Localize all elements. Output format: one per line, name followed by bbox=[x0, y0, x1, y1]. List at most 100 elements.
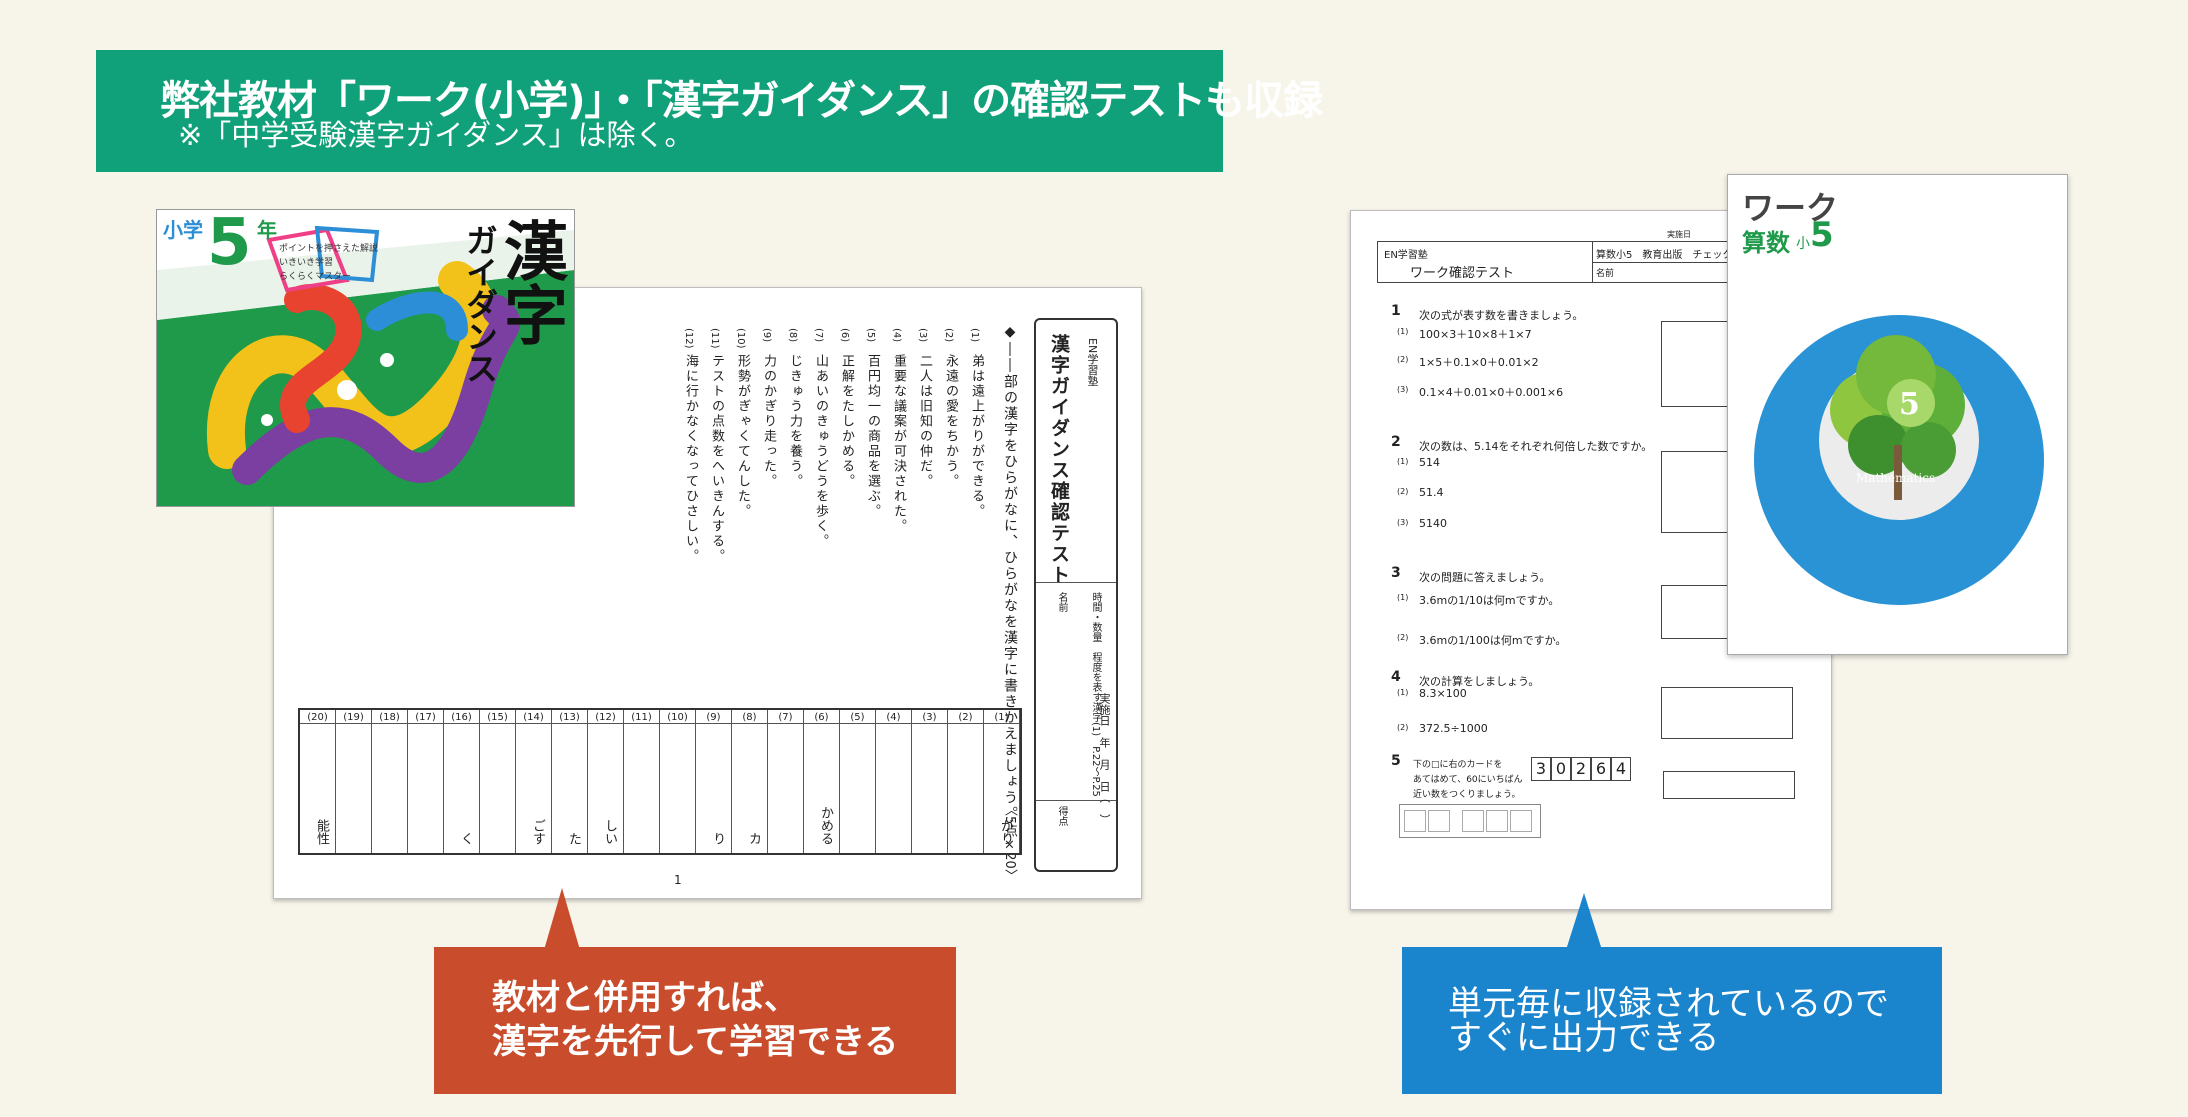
math-q4-item1: 8.3×100 bbox=[1419, 687, 1467, 700]
kanji-question-text: 二人は旧知の仲だ。 bbox=[917, 354, 932, 489]
math-test-publisher: EN学習塾 bbox=[1384, 250, 1428, 261]
kanji-answer-cell: (10) bbox=[660, 710, 696, 853]
math-q2-item3: 5140 bbox=[1419, 517, 1447, 530]
kanji-test-name-label: 名前 bbox=[1056, 592, 1067, 612]
kanji-answer-cell: (11) bbox=[624, 710, 660, 853]
kanji-question-number: (11) bbox=[709, 328, 720, 349]
kanji-answer-cell: (14) ごす bbox=[516, 710, 552, 853]
math-q5-text-line1: 下の□に右のカードを bbox=[1413, 760, 1503, 770]
kanji-answer-cell: (7) bbox=[768, 710, 804, 853]
math-q4-item2: 372.5÷1000 bbox=[1419, 722, 1488, 735]
kanji-answer-number: (4) bbox=[876, 712, 911, 724]
kanji-answer-number: (10) bbox=[660, 712, 695, 724]
kanji-answer-text: しい bbox=[602, 819, 617, 845]
kanji-question-text: テストの点数をへいきんする。 bbox=[709, 354, 724, 564]
kanji-answer-cell: (1) がり bbox=[984, 710, 1020, 853]
math-q5-text-line3: 近い数をつくりましょう。 bbox=[1413, 790, 1521, 800]
number-card: 4 bbox=[1611, 757, 1631, 781]
math-q1-item1: 100×3＋10×8＋1×7 bbox=[1419, 328, 1532, 341]
math-q5-answer-box bbox=[1663, 771, 1795, 799]
kanji-answer-cell: (5) bbox=[840, 710, 876, 853]
math-test-title: ワーク確認テスト bbox=[1410, 266, 1515, 281]
kanji-answer-text: く bbox=[458, 832, 473, 845]
kanji-book-grade-label: 小学 bbox=[163, 218, 203, 242]
kanji-answer-cell: (19) bbox=[336, 710, 372, 853]
math-q1-item3: 0.1×4＋0.01×0＋0.001×6 bbox=[1419, 386, 1564, 399]
kanji-answer-text: カ bbox=[746, 832, 761, 845]
kanji-answer-number: (17) bbox=[408, 712, 443, 724]
kanji-question-number: (8) bbox=[787, 328, 798, 343]
math-q2-text: 次の数は、5.14をそれぞれ何倍した数ですか。 bbox=[1419, 440, 1653, 453]
kanji-book-grade-number: 5 bbox=[207, 209, 252, 280]
kanji-question-text: 力のかぎり走った。 bbox=[761, 354, 776, 489]
right-callout-line2: すぐに出力できる bbox=[1448, 1018, 1720, 1058]
kanji-answer-cell: (3) bbox=[912, 710, 948, 853]
number-card: 0 bbox=[1551, 757, 1571, 781]
kanji-question-text: 形勢がぎゃくてんした。 bbox=[735, 354, 750, 519]
work-book-subject: 算数 bbox=[1742, 229, 1790, 257]
kanji-answer-number: (3) bbox=[912, 712, 947, 724]
kanji-answer-text: り bbox=[710, 832, 725, 845]
kanji-answer-number: (8) bbox=[732, 712, 767, 724]
kanji-answer-cell: (16) く bbox=[444, 710, 480, 853]
kanji-answer-cell: (12) しい bbox=[588, 710, 624, 853]
kanji-answer-number: (14) bbox=[516, 712, 551, 724]
math-q2-number: 2 bbox=[1391, 434, 1401, 450]
header-banner: 弊社教材「ワーク(小学)」・「漢字ガイダンス」の確認テストも収録 ※「中学受験漢… bbox=[96, 50, 1323, 172]
kanji-question-text: 百円均一の商品を選ぶ。 bbox=[865, 354, 880, 519]
math-q4-answer-box bbox=[1661, 687, 1793, 739]
math-q3-item2: 3.6mの1/100は何mですか。 bbox=[1419, 634, 1567, 647]
kanji-answer-cell: (15) bbox=[480, 710, 516, 853]
kanji-answer-text: た bbox=[566, 832, 581, 845]
math-test-name-label: 名前 bbox=[1596, 269, 1615, 279]
kanji-test-page-number: 1 bbox=[674, 873, 682, 887]
kanji-test-date: 実施日 年 月 日（ ） bbox=[1098, 693, 1111, 825]
math-q2-item2: 51.4 bbox=[1419, 486, 1444, 499]
kanji-question-number: (6) bbox=[839, 328, 850, 343]
kanji-question-text: 海に行かなくなってひさしい。 bbox=[683, 354, 698, 564]
math-q5-number: 5 bbox=[1391, 753, 1401, 769]
kanji-answer-text: がり bbox=[998, 819, 1013, 845]
kanji-answer-number: (9) bbox=[696, 712, 731, 724]
kanji-answer-number: (13) bbox=[552, 712, 587, 724]
work-book-tree-number: 5 bbox=[1899, 387, 1920, 422]
kanji-book-title-sub: ガイダンス bbox=[461, 224, 499, 384]
math-q3-text: 次の問題に答えましょう。 bbox=[1419, 571, 1551, 584]
kanji-question-number: (2) bbox=[943, 328, 954, 343]
kanji-answer-number: (7) bbox=[768, 712, 803, 724]
kanji-question-text: 弟は遠上がりができる。 bbox=[969, 354, 984, 519]
kanji-test-publisher: EN学習塾 bbox=[1086, 338, 1099, 387]
kanji-answer-cell: (9) り bbox=[696, 710, 732, 853]
kanji-book-points: ポイントを押さえた解説 いきいき学習 らくらくマスター bbox=[279, 244, 379, 282]
kanji-answer-number: (15) bbox=[480, 712, 515, 724]
kanji-answer-cell: (13) た bbox=[552, 710, 588, 853]
math-q3-number: 3 bbox=[1391, 565, 1401, 581]
kanji-answer-number: (20) bbox=[300, 712, 335, 724]
kanji-answer-text: かめる bbox=[818, 806, 833, 845]
right-callout-pointer bbox=[1566, 893, 1602, 950]
kanji-test-title: 漢字ガイダンス確認テスト bbox=[1048, 334, 1070, 586]
kanji-answer-number: (6) bbox=[804, 712, 839, 724]
left-callout-pointer bbox=[544, 888, 580, 950]
work-book-cover: ワーク 算数 小 5 5 Mathematics bbox=[1727, 174, 2068, 655]
kanji-question-number: (7) bbox=[813, 328, 824, 343]
math-q5-blank-boxes bbox=[1399, 804, 1541, 838]
kanji-answer-number: (1) bbox=[984, 712, 1019, 724]
math-q5-text-line2: あてはめて、60にいちばん bbox=[1413, 775, 1523, 785]
number-card: 6 bbox=[1591, 757, 1611, 781]
kanji-question-number: (9) bbox=[761, 328, 772, 343]
left-callout-line2: 漢字を先行して学習できる bbox=[492, 1022, 899, 1062]
work-book-tree-label: Mathematics bbox=[1856, 471, 1936, 485]
kanji-question-text: じきゅう力を養う。 bbox=[787, 354, 802, 489]
kanji-book-grade-suffix: 年 bbox=[257, 218, 277, 242]
kanji-question-number: (1) bbox=[969, 328, 980, 343]
left-callout: 教材と併用すれば、 漢字を先行して学習できる bbox=[434, 947, 956, 1094]
kanji-answer-number: (11) bbox=[624, 712, 659, 724]
kanji-question-number: (12) bbox=[683, 328, 694, 349]
kanji-question-number: (10) bbox=[735, 328, 746, 349]
math-test-header-right: 算数小5 教育出版 チェック１ bbox=[1596, 250, 1743, 261]
math-q1-text: 次の式が表す数を書きましょう。 bbox=[1419, 309, 1584, 322]
math-q1-item2: 1×5＋0.1×0＋0.01×2 bbox=[1419, 356, 1539, 369]
kanji-question-text: 重要な議案が可決された。 bbox=[891, 354, 906, 534]
kanji-answer-number: (18) bbox=[372, 712, 407, 724]
